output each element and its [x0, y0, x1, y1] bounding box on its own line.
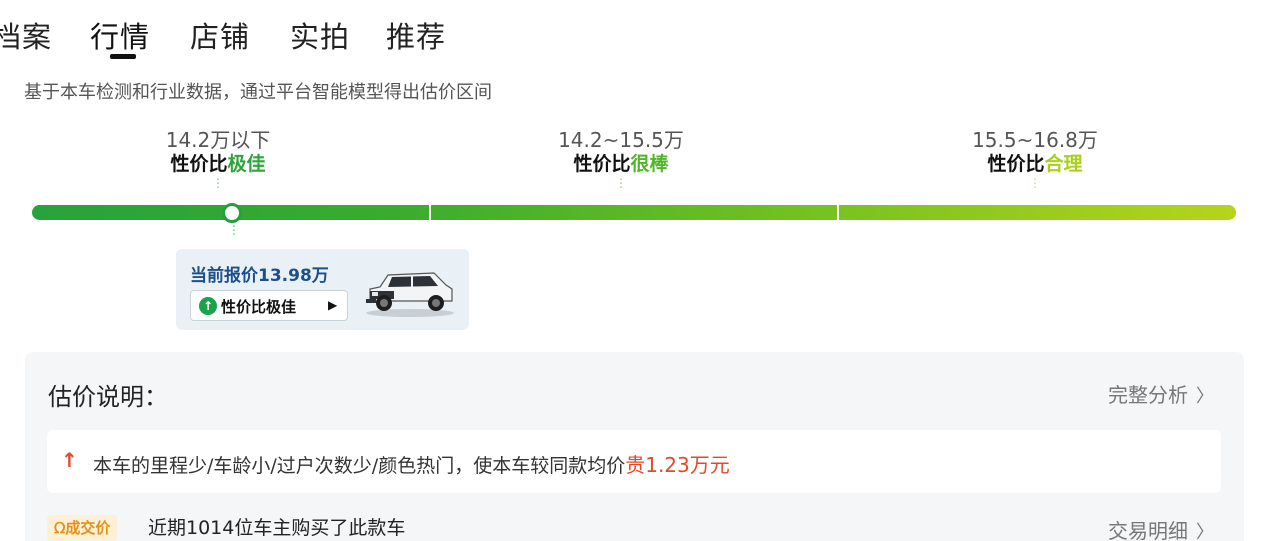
range-low-level: 极佳 — [227, 153, 266, 175]
range-low-dots: ⋮ — [212, 176, 224, 190]
price-note-prefix: 本车的里程少/车龄小/过户次数少/颜色热门，使本车较同款均价 — [93, 455, 626, 477]
active-tab-indicator — [110, 54, 136, 59]
valuation-explanation-panel: 估价说明： 完整分析〉 ↑ 本车的里程少/车龄小/过户次数少/颜色热门，使本车较… — [25, 352, 1244, 541]
price-range-bar — [32, 205, 1236, 220]
price-note-text: 本车的里程少/车龄小/过户次数少/颜色热门，使本车较同款均价贵1.23万元 — [93, 449, 730, 478]
tab-store[interactable]: 店铺 — [190, 14, 250, 56]
marker-dots: ⋮ — [228, 223, 240, 237]
arrow-up-icon: ↑ — [61, 448, 78, 472]
range-high-prefix: 性价比 — [987, 153, 1045, 175]
range-high-level: 合理 — [1044, 153, 1083, 175]
range-mid-label: 性价比很棒 — [511, 152, 731, 176]
range-mid: 14.2~15.5万 性价比很棒 ⋮ — [511, 128, 731, 190]
arrow-up-circle-icon: ↑ — [199, 297, 217, 315]
deal-badge-label: 成交价 — [65, 519, 111, 537]
range-high: 15.5~16.8万 性价比合理 ⋮ — [925, 128, 1145, 190]
deal-summary-text: 近期1014位车主购买了此款车 — [148, 517, 406, 539]
play-arrow-icon: ▶ — [328, 298, 338, 312]
chevron-right-icon: 〉 — [1196, 386, 1214, 407]
price-note-card: ↑ 本车的里程少/车龄小/过户次数少/颜色热门，使本车较同款均价贵1.23万元 — [47, 430, 1221, 493]
full-analysis-link[interactable]: 完整分析〉 — [1108, 379, 1214, 408]
range-high-dots: ⋮ — [1029, 176, 1041, 190]
range-high-price: 15.5~16.8万 — [972, 128, 1098, 152]
chevron-right-icon: 〉 — [1196, 522, 1214, 541]
transaction-details-link[interactable]: 交易明细〉 — [1108, 515, 1214, 541]
range-mid-price: 14.2~15.5万 — [558, 128, 684, 152]
range-high-label: 性价比合理 — [925, 152, 1145, 176]
top-tab-bar: 档案 行情 店铺 实拍 推荐 — [0, 0, 1268, 60]
deal-price-badge: ᘯ成交价 — [47, 515, 118, 541]
range-low-price: 14.2万以下 — [165, 128, 271, 152]
range-mid-level: 很棒 — [630, 153, 669, 175]
tab-recommend[interactable]: 推荐 — [386, 14, 446, 56]
value-rating-pill[interactable]: ↑ 性价比极佳 ▶ — [190, 290, 348, 321]
value-rating-text: 性价比极佳 — [221, 298, 297, 316]
tab-market[interactable]: 行情 — [90, 14, 150, 56]
range-separator — [429, 205, 431, 220]
valuation-subtitle: 基于本车检测和行业数据，通过平台智能模型得出估价区间 — [24, 82, 492, 103]
range-mid-dots: ⋮ — [615, 176, 627, 190]
current-price-text: 当前报价13.98万 — [190, 266, 329, 286]
tab-photos[interactable]: 实拍 — [290, 14, 350, 56]
range-low-label: 性价比极佳 — [108, 152, 328, 176]
range-mid-prefix: 性价比 — [573, 153, 631, 175]
price-note-highlight: 贵1.23万元 — [625, 453, 730, 477]
tab-archive[interactable]: 档案 — [0, 14, 52, 56]
range-low-prefix: 性价比 — [170, 153, 228, 175]
current-price-marker — [222, 203, 242, 223]
explanation-title: 估价说明： — [48, 383, 168, 411]
range-low: 14.2万以下 性价比极佳 ⋮ — [108, 128, 328, 190]
full-analysis-label: 完整分析 — [1108, 383, 1188, 407]
range-separator — [837, 205, 839, 220]
transaction-details-label: 交易明细 — [1108, 519, 1188, 541]
deal-icon: ᘯ — [54, 519, 66, 537]
current-price-card[interactable]: 当前报价13.98万 ↑ 性价比极佳 ▶ — [176, 249, 469, 330]
car-thumbnail-icon — [366, 272, 454, 317]
